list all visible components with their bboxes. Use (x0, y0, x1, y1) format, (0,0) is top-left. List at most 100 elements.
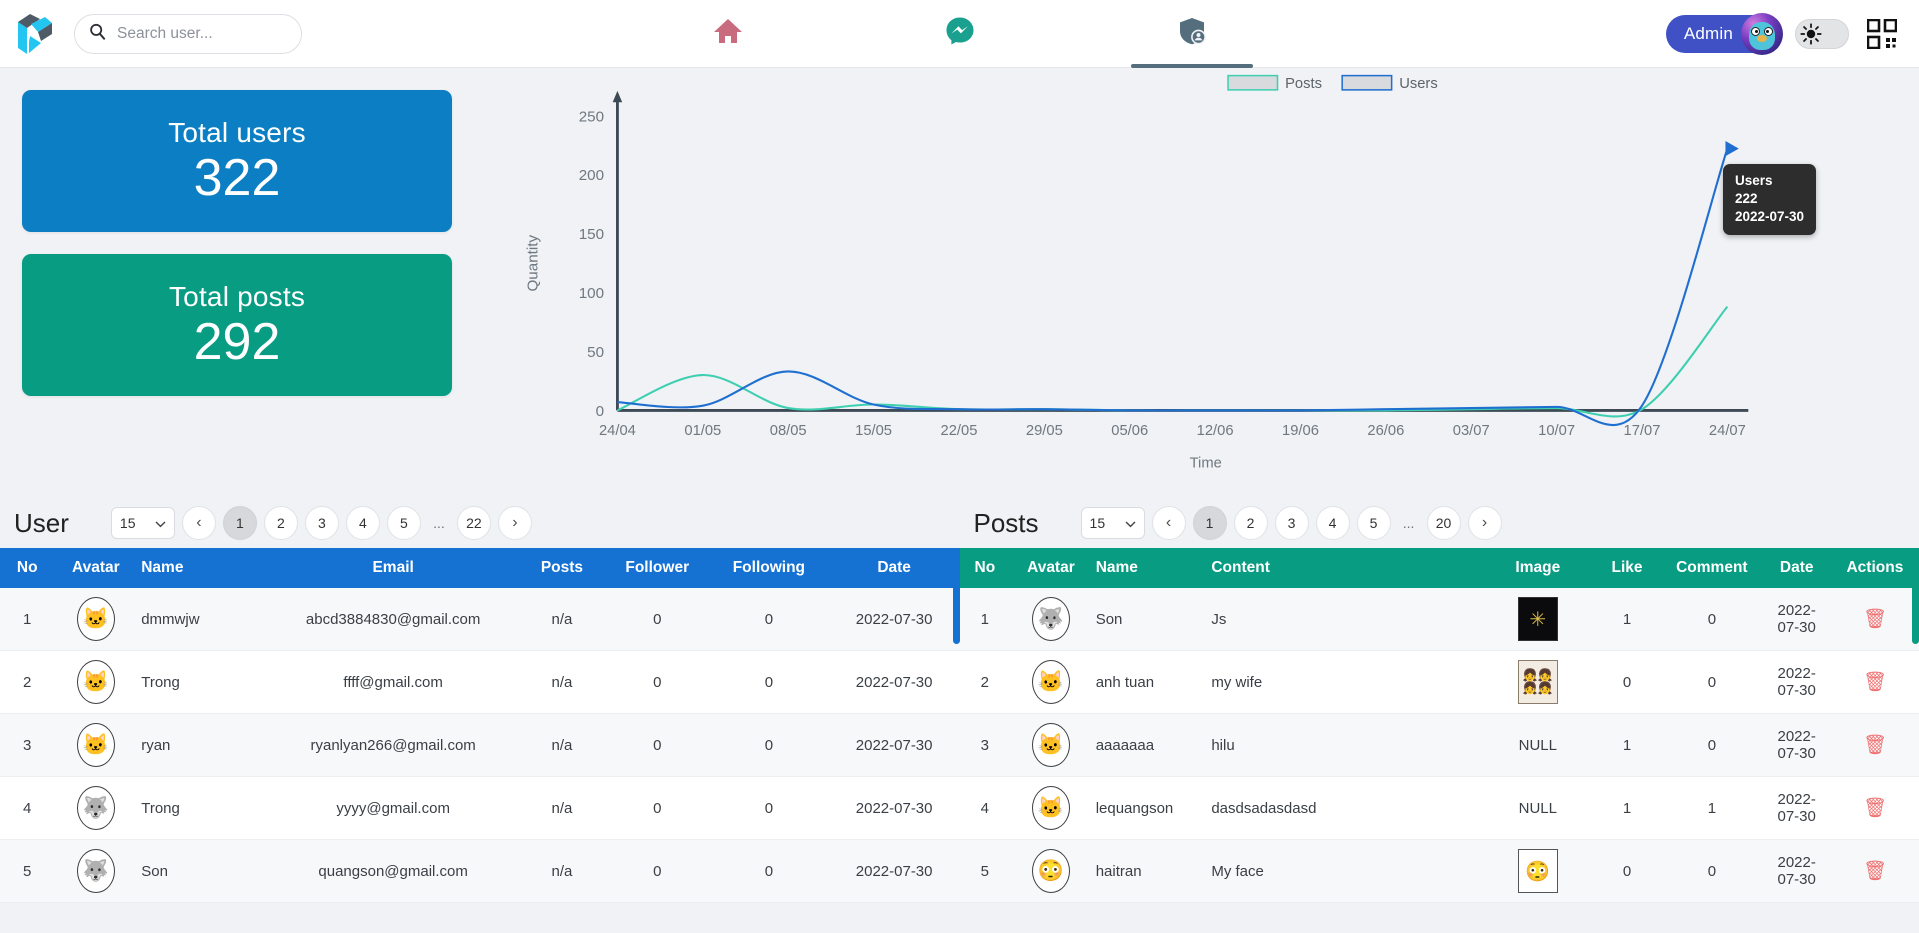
posts-table-scrollbar[interactable] (1912, 554, 1919, 933)
post-image-thumbnail[interactable]: 👧👧 👧👧 (1517, 660, 1558, 704)
header-right: Admin (1665, 12, 1919, 55)
svg-text:03/07: 03/07 (1453, 423, 1490, 439)
post-image-thumbnail[interactable]: ✳ (1517, 597, 1558, 641)
user-cell-name: Trong (137, 776, 268, 840)
header-nav (667, 0, 1253, 68)
post-image-thumbnail[interactable]: 😳 (1517, 849, 1558, 893)
posts-page-2[interactable]: 2 (1233, 506, 1268, 540)
search-icon (89, 23, 106, 45)
tooltip-date: 2022-07-30 (1735, 209, 1805, 225)
user-page-3[interactable]: 3 (304, 506, 339, 540)
svg-text:08/05: 08/05 (770, 423, 807, 439)
post-cell-name: aaaaaaa (1091, 713, 1208, 777)
avatar: 🐺 (76, 786, 115, 830)
posts-page-3[interactable]: 3 (1274, 506, 1309, 540)
user-panel: User 15 ‹ 1 2 3 4 5 ... 22 › No Avatar N… (0, 498, 960, 933)
posts-prev-page-button[interactable]: ‹ (1151, 506, 1186, 540)
posts-col-like: Like (1611, 559, 1643, 576)
user-prev-page-button[interactable]: ‹ (181, 506, 216, 540)
user-page-ellipsis: ... (433, 515, 445, 531)
user-cell-posts: n/a (518, 650, 606, 714)
user-cell-follower: 0 (605, 839, 709, 903)
svg-text:Users: Users (1399, 76, 1437, 92)
total-users-value: 322 (193, 148, 281, 207)
svg-text:200: 200 (579, 167, 604, 184)
avatar: 🐱 (1031, 723, 1070, 767)
user-page-1[interactable]: 1 (222, 506, 257, 540)
post-cell-like: 0 (1592, 650, 1662, 714)
user-next-page-button[interactable]: › (497, 506, 532, 540)
user-page-4[interactable]: 4 (345, 506, 380, 540)
nav-tab-admin[interactable] (1130, 0, 1253, 68)
nav-tab-home[interactable] (667, 0, 789, 68)
posts-table-header-row: No Avatar Name Content Image Like Commen… (959, 548, 1919, 588)
post-cell-content: dasdsadasdasd (1207, 776, 1483, 840)
posts-col-no: No (974, 559, 996, 576)
posts-panel-title: Posts (973, 507, 1039, 538)
svg-text:15/05: 15/05 (855, 423, 892, 439)
post-image-null: NULL (1518, 799, 1557, 817)
stat-cards: Total users 322 Total posts 292 (0, 68, 470, 498)
user-table: No Avatar Name Email Posts Follower Foll… (0, 548, 960, 903)
qr-code-icon[interactable] (1866, 18, 1898, 49)
table-row[interactable]: 4 🐺 Trong yyyy@gmail.com n/a 0 0 2022-07-30 (0, 776, 960, 840)
avatar: 🐱 (1031, 660, 1070, 704)
post-cell-content: hilu (1207, 713, 1483, 777)
posts-col-actions: Actions (1846, 559, 1904, 576)
user-table-scrollbar[interactable] (952, 554, 960, 933)
posts-next-page-button[interactable]: › (1467, 506, 1502, 540)
trash-icon[interactable]: 🗑 (1863, 735, 1887, 756)
table-row[interactable]: 5 😳 haitran My face 😳 0 0 2022- 07-30 🗑 (959, 839, 1919, 903)
post-cell-like: 1 (1592, 776, 1662, 840)
table-row[interactable]: 1 🐱 dmmwjw abcd3884830@gmail.com n/a 0 0 2022-0… (0, 588, 960, 651)
table-row[interactable]: 3 🐱 ryan ryanlyan266@gmail.com n/a 0 0 2022-07-… (0, 713, 960, 777)
user-cell-no: 4 (0, 776, 55, 840)
user-page-size-select[interactable]: 15 (110, 507, 175, 539)
table-row[interactable]: 1 🐺 Son Js ✳ 1 0 2022- 07-30 🗑 (959, 588, 1919, 651)
avatar: 🐺 (76, 849, 115, 893)
table-row[interactable]: 4 🐱 lequangson dasdsadasdasd NULL 1 1 2022- 07-3… (959, 776, 1919, 840)
user-page-last[interactable]: 22 (456, 506, 491, 540)
user-col-following: Following (732, 559, 806, 576)
post-cell-no: 2 (959, 650, 1011, 714)
user-page-5[interactable]: 5 (386, 506, 421, 540)
user-cell-posts: n/a (518, 776, 606, 840)
total-posts-title: Total posts (168, 280, 306, 312)
svg-text:29/05: 29/05 (1026, 423, 1063, 439)
dashboard-top-row: Total users 322 Total posts 292 0 50 100 15… (0, 68, 1919, 498)
search-input[interactable] (115, 23, 285, 44)
posts-page-5[interactable]: 5 (1356, 506, 1391, 540)
theme-toggle[interactable] (1795, 18, 1849, 49)
table-row[interactable]: 2 🐱 Trong ffff@gmail.com n/a 0 0 2022-07-30 (0, 650, 960, 714)
user-page-2[interactable]: 2 (263, 506, 298, 540)
admin-button[interactable]: Admin (1665, 12, 1783, 55)
trash-icon[interactable]: 🗑 (1863, 672, 1887, 693)
table-row[interactable]: 5 🐺 Son quangson@gmail.com n/a 0 0 2022-07-30 (0, 839, 960, 903)
search-box[interactable] (74, 13, 302, 54)
post-cell-content: Js (1207, 588, 1483, 651)
table-row[interactable]: 2 🐱 anh tuan my wife 👧👧 👧👧 0 0 2022- 07-30 🗑 (959, 650, 1919, 714)
avatar[interactable] (1741, 12, 1783, 55)
post-cell-date: 2022- 07-30 (1762, 839, 1831, 903)
nav-tab-messenger[interactable] (899, 0, 1021, 68)
avatar: 🐱 (76, 723, 115, 767)
activity-line-chart: 0 50 100 150 200 250 Quantity 24/04 01/05 08/05 15… (470, 68, 1919, 498)
posts-page-size-select[interactable]: 15 (1080, 507, 1145, 539)
post-cell-comment: 0 (1661, 713, 1763, 777)
posts-page-last[interactable]: 20 (1426, 506, 1461, 540)
table-row[interactable]: 3 🐱 aaaaaaa hilu NULL 1 0 2022- 07-30 🗑 (959, 713, 1919, 777)
post-cell-content: my wife (1207, 650, 1483, 714)
tooltip-value: 222 (1735, 191, 1758, 207)
svg-text:22/05: 22/05 (941, 423, 978, 439)
header-left (0, 12, 520, 56)
trash-icon[interactable]: 🗑 (1863, 609, 1887, 630)
trash-icon[interactable]: 🗑 (1863, 861, 1887, 882)
posts-page-1[interactable]: 1 (1192, 506, 1227, 540)
posts-col-date: Date (1779, 559, 1814, 576)
svg-text:100: 100 (579, 285, 604, 302)
posts-page-4[interactable]: 4 (1315, 506, 1350, 540)
user-cell-email: ffff@gmail.com (267, 650, 519, 714)
user-col-no: No (16, 559, 38, 576)
trash-icon[interactable]: 🗑 (1863, 798, 1887, 819)
app-logo-icon[interactable] (14, 12, 56, 56)
